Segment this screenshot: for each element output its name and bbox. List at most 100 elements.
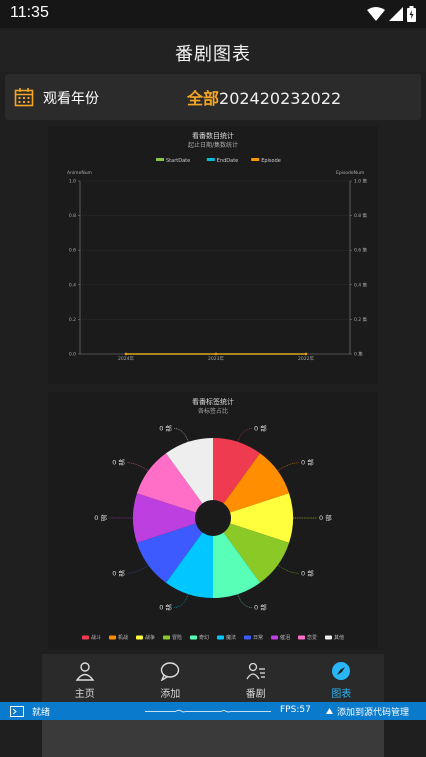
pie-chart-legend: 战斗 机战 战争 冒险 奇幻 魔法 日常 催泪 恋爱 其他 (82, 634, 344, 641)
x-tick-label: 2022年 (298, 355, 314, 362)
tab-anime[interactable]: 番剧 (213, 654, 299, 702)
battery-icon (407, 6, 416, 22)
tab-home[interactable]: 主页 (42, 654, 128, 702)
line-chart-series (124, 352, 308, 356)
calendar-icon[interactable] (14, 87, 34, 107)
tab-home-label: 主页 (74, 689, 95, 700)
person-icon (75, 662, 95, 681)
year-options: 全部202420232022 (187, 85, 341, 109)
clock: 11:35 (10, 4, 49, 21)
y-left-tick-label: 0.0 (69, 352, 76, 358)
pie-legend-label[interactable]: 其他 (334, 634, 344, 641)
bottom-filler (42, 720, 384, 757)
pie-value-label: 0 部 (112, 458, 125, 467)
pie-legend-label[interactable]: 魔法 (226, 634, 236, 641)
pie-legend-swatch[interactable] (244, 635, 251, 640)
bottom-tab-bar: 主页 添加 番剧 图表 (42, 654, 384, 702)
pie-legend-swatch[interactable] (109, 635, 116, 640)
status-icons (367, 5, 416, 23)
year-option-all[interactable]: 全部 (187, 89, 219, 108)
line-chart-legend: StartDate EndDate Episode (156, 158, 281, 164)
pie-legend-swatch[interactable] (163, 635, 170, 640)
pie-legend-label[interactable]: 冒险 (172, 634, 182, 641)
y-left-tick-label: 1.0 (69, 179, 76, 185)
arrow-up-icon (326, 708, 333, 714)
add-to-source-control[interactable]: 添加到源代码管理 (337, 705, 409, 718)
pie-legend-swatch[interactable] (82, 635, 89, 640)
y-right-tick-label: 0.6 集 (354, 247, 368, 254)
legend-label-Episode[interactable]: Episode (261, 158, 281, 164)
person-list-icon (246, 662, 265, 680)
y-left-tick-label: 0.6 (69, 248, 76, 254)
pie-leader-line (277, 462, 300, 472)
y-left-tick-label: 0.4 (69, 282, 76, 288)
pie-value-label: 0 部 (319, 513, 332, 522)
pie-legend-swatch[interactable] (325, 635, 332, 640)
pie-leader-line (126, 564, 149, 574)
tab-add-label: 添加 (160, 689, 181, 700)
y-right-tick-label: 0 集 (354, 351, 363, 358)
y-left-axis-label: AnimeNum (67, 170, 92, 176)
y-right-tick-label: 1.0 集 (354, 178, 368, 185)
pie-value-label: 0 部 (94, 513, 107, 522)
y-left-tick-label: 0.2 (69, 317, 76, 323)
year-option-2022[interactable]: 2022 (300, 89, 341, 108)
pie-legend-label[interactable]: 机战 (118, 634, 128, 641)
y-right-axis-label: EpisodeNum (336, 170, 364, 176)
legend-swatch-Episode[interactable] (251, 158, 260, 161)
pie-value-label: 0 部 (159, 602, 172, 611)
pie-value-label: 0 部 (254, 602, 267, 611)
output-window-icon[interactable] (10, 706, 24, 717)
pie-legend-label[interactable]: 战斗 (91, 634, 101, 641)
tab-charts[interactable]: 图表 (299, 654, 385, 702)
wifi-icon (367, 7, 385, 21)
page-title: 番剧图表 (175, 44, 251, 65)
fps-graph (145, 709, 271, 713)
legend-label-EndDate[interactable]: EndDate (217, 158, 238, 164)
anime-count-chart: 看番数目统计 起止日期/集数统计 StartDate EndDate Episode… (48, 126, 378, 384)
data-point-Episode[interactable] (304, 352, 308, 356)
ide-ready-status: 就绪 (32, 708, 51, 718)
app-title-bar: 番剧图表 (0, 30, 426, 72)
x-tick-label: 2023年 (208, 355, 224, 362)
pie-value-label: 0 部 (254, 424, 267, 433)
year-option-2024[interactable]: 2024 (219, 89, 260, 108)
y-right-tick-label: 0.8 集 (354, 212, 368, 219)
ide-status-bar: 就绪 FPS:57 添加到源代码管理 (0, 702, 426, 720)
chat-bubble-icon (161, 662, 180, 681)
pie-legend-swatch[interactable] (271, 635, 278, 640)
pie-legend-swatch[interactable] (136, 635, 143, 640)
tag-pie-chart: 看番标签统计 各标签占比 0 部0 部0 部0 部0 部0 部0 部0 部0 部… (48, 392, 378, 648)
pie-leader-line (173, 594, 189, 608)
data-point-Episode[interactable] (124, 352, 128, 356)
y-left-tick-label: 0.8 (69, 213, 76, 219)
pie-leader-line (237, 594, 253, 608)
compass-icon (332, 662, 351, 680)
tab-anime-label: 番剧 (245, 689, 266, 700)
line-chart-svg: StartDate EndDate Episode AnimeNum Episode… (67, 158, 368, 362)
pie-legend-label[interactable]: 奇幻 (199, 634, 209, 641)
pie-leader-line (277, 564, 300, 574)
legend-swatch-StartDate[interactable] (156, 158, 164, 161)
data-point-Episode[interactable] (214, 352, 218, 356)
pie-legend-swatch[interactable] (217, 635, 224, 640)
legend-label-StartDate[interactable]: StartDate (166, 158, 190, 164)
year-filter-label: 观看年份 (43, 91, 99, 107)
fps-counter: FPS:57 (280, 705, 311, 715)
pie-legend-label[interactable]: 催泪 (280, 634, 290, 641)
pie-legend-label[interactable]: 日常 (253, 634, 263, 641)
pie-value-label: 0 部 (301, 568, 314, 577)
pie-leader-line (173, 428, 189, 442)
pie-legend-swatch[interactable] (298, 635, 305, 640)
pie-legend-label[interactable]: 战争 (145, 634, 155, 641)
legend-swatch-EndDate[interactable] (206, 158, 215, 161)
y-right-tick-label: 0.4 集 (354, 281, 368, 288)
pie-legend-label[interactable]: 恋爱 (307, 634, 317, 641)
pie-leader-line (126, 462, 149, 472)
pie-value-label: 0 部 (112, 568, 125, 577)
pie-legend-swatch[interactable] (190, 635, 197, 640)
tab-add[interactable]: 添加 (128, 654, 214, 702)
system-status-bar: 11:35 (0, 0, 426, 28)
year-filter-bar: 观看年份 全部202420232022 (5, 74, 421, 120)
year-option-2023[interactable]: 2023 (260, 89, 301, 108)
